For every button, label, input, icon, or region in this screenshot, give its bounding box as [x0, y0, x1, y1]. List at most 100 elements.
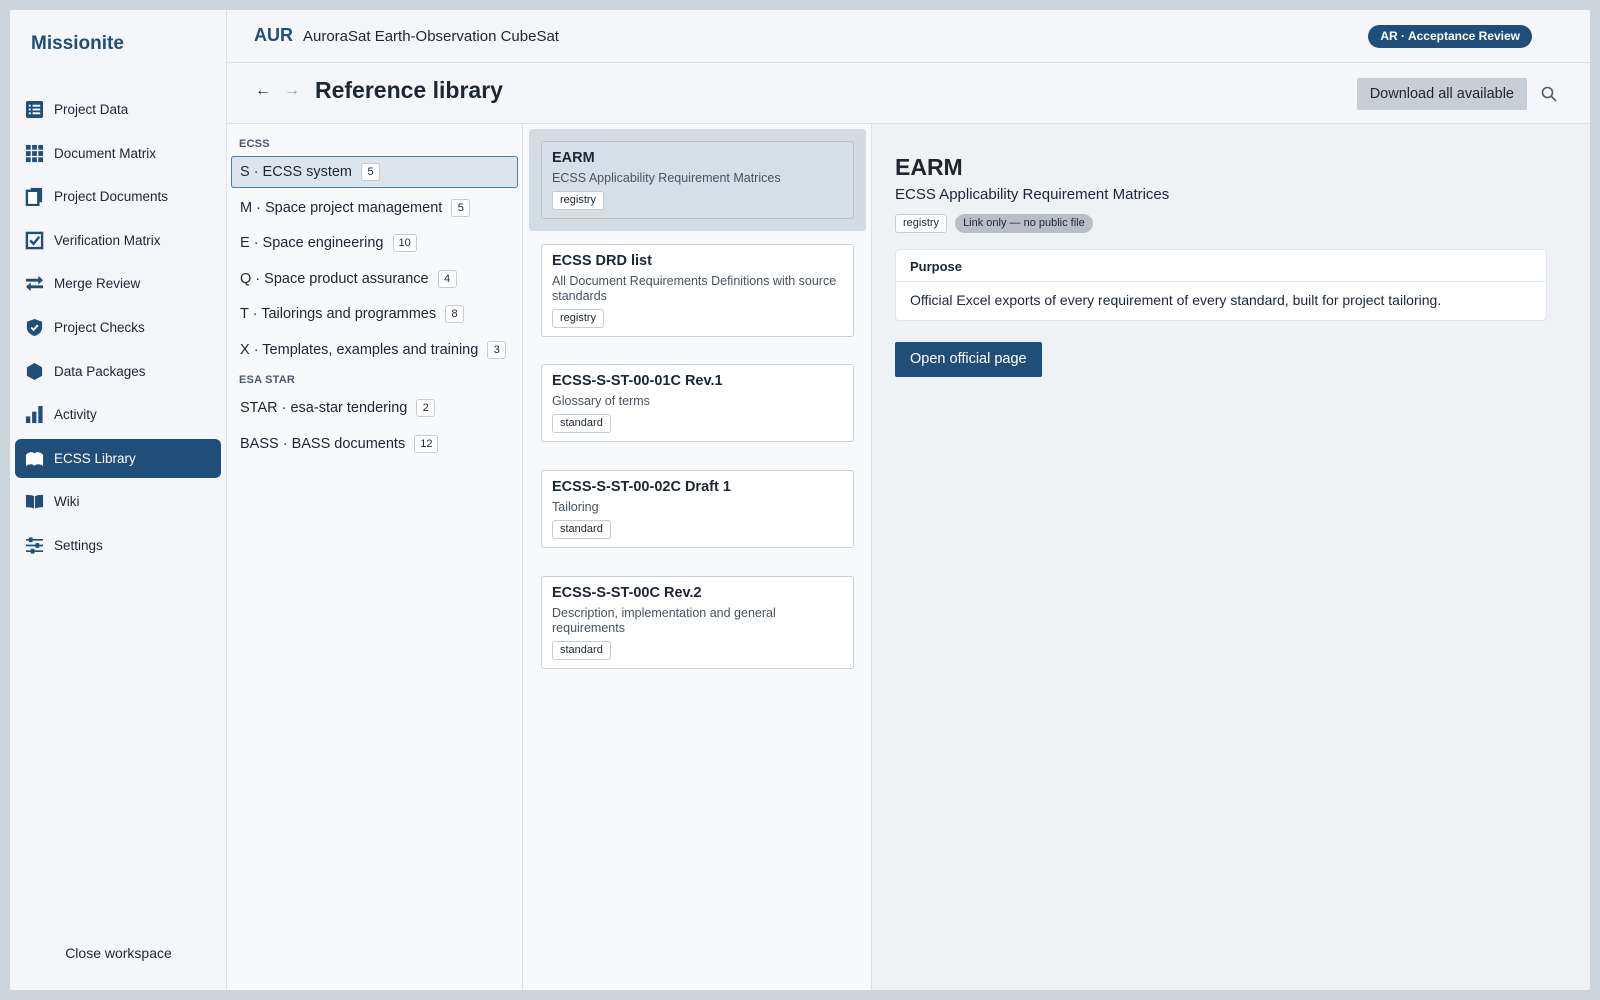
category-label: Q · Space product assurance	[240, 270, 429, 287]
document-title: ECSS-S-ST-00-01C Rev.1	[552, 373, 723, 389]
purpose-panel: Purpose Official Excel exports of every …	[895, 249, 1547, 321]
count-badge: 8	[445, 305, 465, 324]
category-label: M · Space project management	[240, 199, 443, 216]
project-header: AUR AuroraSat Earth-Observation CubeSat …	[227, 10, 1590, 63]
sidebar-nav: Project Data Document Matrix Project Doc…	[15, 90, 221, 570]
category-label: E · Space engineering	[240, 235, 384, 252]
group-label: ESA STAR	[239, 373, 295, 386]
project-code: AUR	[254, 25, 293, 45]
document-subtitle: Description, implementation and general …	[552, 606, 776, 635]
document-tag: standard	[552, 641, 611, 660]
document-detail: EARM ECSS Applicability Requirement Matr…	[872, 124, 1590, 990]
category-item[interactable]: X · Templates, examples and training 3	[231, 334, 518, 366]
category-item[interactable]: S · ECSS system 5	[231, 156, 518, 188]
sidebar-item-label: Project Documents	[54, 189, 169, 205]
sidebar-item-merge-review[interactable]: Merge Review	[15, 264, 221, 303]
type-tag: registry	[895, 214, 948, 233]
search-icon[interactable]	[1540, 85, 1558, 103]
document-tag: standard	[552, 520, 611, 539]
forward-arrow-icon[interactable]: →	[284, 82, 300, 100]
document-card[interactable]: ECSS-S-ST-00-01C Rev.1 Glossary of terms…	[541, 364, 854, 442]
sidebar-item-ecss-library[interactable]: ECSS Library	[15, 438, 221, 478]
sidebar-item-label: Settings	[54, 537, 103, 553]
document-subtitle: Glossary of terms	[552, 394, 650, 408]
sidebar-item-verification-matrix[interactable]: Verification Matrix	[15, 221, 221, 260]
detail-title: EARM	[895, 154, 963, 180]
document-title: ECSS-S-ST-00-02C Draft 1	[552, 479, 731, 495]
category-label: T · Tailorings and programmes	[240, 306, 437, 323]
sidebar-item-label: Verification Matrix	[54, 232, 161, 248]
count-badge: 4	[437, 269, 457, 288]
document-card[interactable]: ECSS-S-ST-00-02C Draft 1 Tailoring stand…	[541, 470, 854, 548]
count-badge: 5	[361, 163, 380, 181]
grid-icon	[24, 143, 44, 163]
purpose-header: Purpose	[896, 250, 1546, 282]
category-label: X · Templates, examples and training	[240, 341, 479, 358]
category-item[interactable]: BASS · BASS documents 12	[231, 428, 518, 460]
document-card[interactable]: EARM ECSS Applicability Requirement Matr…	[541, 141, 854, 219]
category-item[interactable]: Q · Space product assurance 4	[231, 263, 518, 295]
sidebar-item-project-checks[interactable]: Project Checks	[15, 308, 221, 347]
document-card[interactable]: ECSS-S-ST-00C Rev.2 Description, impleme…	[541, 576, 854, 669]
document-subtitle: All Document Requirements Definitions wi…	[552, 274, 837, 303]
sidebar: Missionite Project Data Document Matrix …	[10, 10, 227, 990]
category-label: STAR · esa-star tendering	[240, 399, 408, 416]
document-title: ECSS DRD list	[552, 253, 652, 269]
sliders-icon	[24, 535, 44, 555]
sidebar-item-project-documents[interactable]: Project Documents	[15, 177, 221, 216]
sidebar-item-label: Merge Review	[54, 276, 141, 292]
count-badge: 10	[392, 234, 417, 253]
sidebar-item-data-packages[interactable]: Data Packages	[15, 352, 221, 391]
sidebar-item-document-matrix[interactable]: Document Matrix	[15, 134, 221, 173]
document-tag: registry	[552, 309, 605, 328]
document-tag: registry	[552, 191, 605, 210]
shield-check-icon	[24, 317, 44, 337]
count-badge: 12	[414, 434, 439, 453]
sidebar-item-project-data[interactable]: Project Data	[15, 90, 221, 129]
project-name: AuroraSat Earth-Observation CubeSat	[303, 28, 559, 45]
category-item[interactable]: M · Space project management 5	[231, 192, 518, 224]
library-icon	[24, 448, 44, 468]
category-label: BASS · BASS documents	[240, 435, 406, 452]
documents-icon	[24, 187, 44, 207]
category-item[interactable]: STAR · esa-star tendering 2	[231, 392, 518, 424]
open-official-page-button[interactable]: Open official page	[895, 342, 1042, 377]
sidebar-item-label: Project Checks	[54, 319, 145, 335]
category-item[interactable]: E · Space engineering 10	[231, 227, 518, 259]
document-title: ECSS-S-ST-00C Rev.2	[552, 585, 702, 601]
count-badge: 2	[416, 398, 436, 417]
sidebar-item-label: Wiki	[54, 494, 80, 510]
category-label: S · ECSS system	[240, 164, 352, 180]
document-title: EARM	[552, 150, 595, 166]
document-tag: standard	[552, 414, 611, 433]
document-card[interactable]: ECSS DRD list All Document Requirements …	[541, 244, 854, 337]
sidebar-item-activity[interactable]: Activity	[15, 395, 221, 434]
sidebar-item-label: Document Matrix	[54, 145, 157, 161]
close-workspace-button[interactable]: Close workspace	[10, 945, 227, 961]
page-header: ← → Reference library Download all avail…	[227, 63, 1590, 124]
sidebar-item-settings[interactable]: Settings	[15, 526, 221, 565]
sidebar-item-label: Activity	[54, 407, 97, 423]
app-logo: Missionite	[31, 33, 124, 54]
sidebar-item-wiki[interactable]: Wiki	[15, 482, 221, 521]
hexagon-icon	[24, 361, 44, 381]
sidebar-item-label: ECSS Library	[54, 450, 136, 466]
download-all-button[interactable]: Download all available	[1356, 78, 1527, 110]
phase-badge[interactable]: AR · Acceptance Review	[1368, 25, 1532, 48]
app-window: Missionite Project Data Document Matrix …	[10, 10, 1590, 990]
bar-chart-icon	[24, 405, 44, 425]
selected-document-highlight: EARM ECSS Applicability Requirement Matr…	[529, 129, 866, 231]
category-item[interactable]: T · Tailorings and programmes 8	[231, 298, 518, 330]
back-arrow-icon[interactable]: ←	[255, 82, 271, 100]
document-list: EARM ECSS Applicability Requirement Matr…	[523, 124, 872, 990]
page-title: Reference library	[315, 77, 503, 103]
count-badge: 3	[487, 340, 507, 359]
book-icon	[24, 492, 44, 512]
document-subtitle: ECSS Applicability Requirement Matrices	[552, 171, 781, 185]
merge-arrows-icon	[24, 274, 44, 294]
count-badge: 5	[451, 198, 471, 217]
sidebar-item-label: Project Data	[54, 102, 129, 117]
purpose-text: Official Excel exports of every requirem…	[910, 292, 1442, 308]
checkbox-icon	[24, 230, 44, 250]
document-subtitle: Tailoring	[552, 500, 599, 514]
